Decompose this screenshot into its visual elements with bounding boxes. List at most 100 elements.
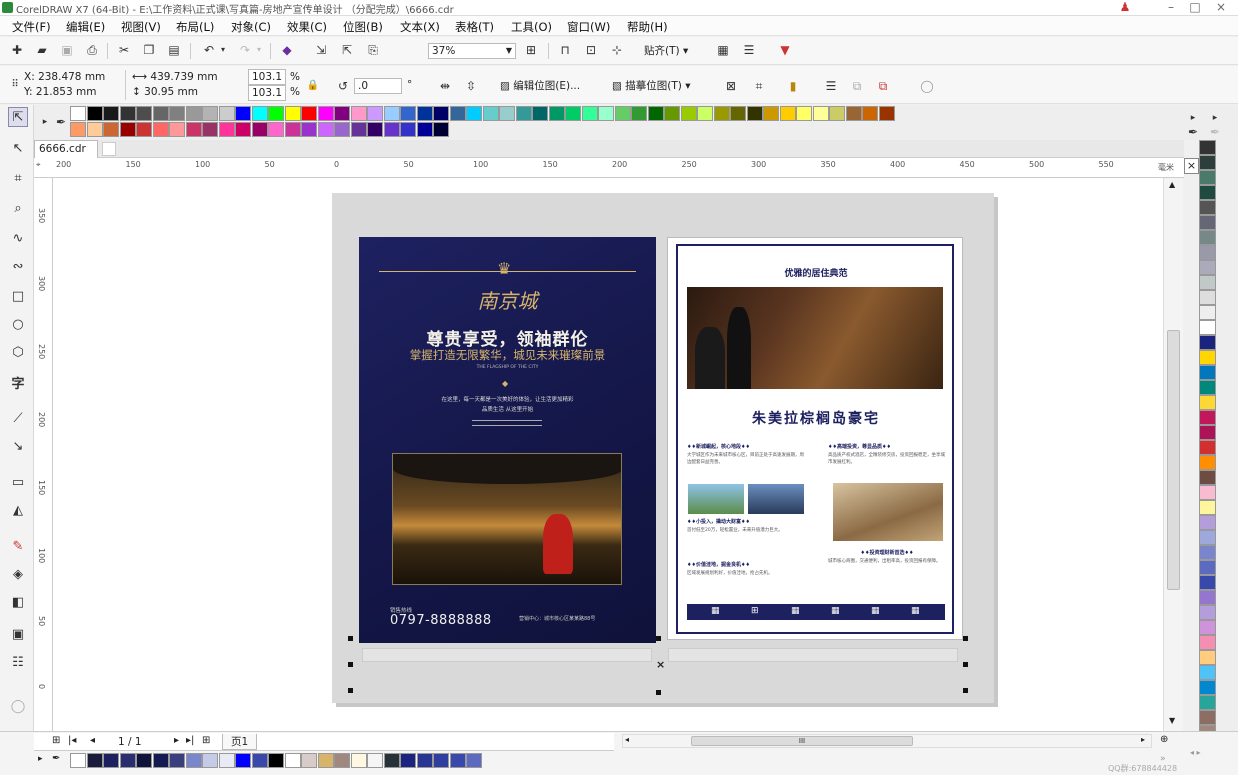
color-swatch[interactable] — [466, 753, 482, 768]
color-swatch[interactable] — [70, 753, 86, 768]
color-swatch[interactable] — [631, 106, 647, 121]
color-swatch[interactable] — [1199, 500, 1216, 515]
color-swatch[interactable] — [383, 753, 400, 768]
color-swatch[interactable] — [812, 106, 829, 121]
color-swatch[interactable] — [449, 106, 466, 121]
artistic-media-icon[interactable]: ∾ — [8, 257, 28, 277]
color-swatch[interactable] — [433, 122, 449, 137]
color-swatch[interactable] — [1199, 305, 1216, 320]
full-screen-icon[interactable]: ⊞ — [522, 41, 540, 59]
prev-page-icon[interactable]: ◂ — [90, 735, 95, 746]
color-swatch[interactable] — [185, 753, 202, 768]
color-swatch[interactable] — [317, 106, 334, 121]
color-swatch[interactable] — [763, 106, 779, 121]
color-swatch[interactable] — [169, 753, 185, 768]
color-swatch[interactable] — [317, 753, 334, 768]
color-swatch[interactable] — [1199, 320, 1216, 335]
publish-pdf-icon[interactable]: ⎘ — [364, 41, 382, 59]
color-swatch[interactable] — [152, 753, 169, 768]
first-page-icon[interactable]: |◂ — [68, 735, 76, 746]
color-swatch[interactable] — [746, 106, 763, 121]
new-tab-button[interactable] — [102, 142, 116, 156]
color-swatch[interactable] — [284, 122, 301, 137]
mirror-horizontal-icon[interactable]: ⇹ — [436, 77, 454, 95]
last-page-icon[interactable]: ▸| — [186, 735, 194, 746]
color-swatch[interactable] — [334, 106, 350, 121]
color-swatch[interactable] — [1199, 395, 1216, 410]
drop-shadow-tool-icon[interactable]: ▭ — [8, 473, 28, 493]
pick-tool-icon[interactable]: ⇱ — [8, 107, 28, 127]
wrap-text-icon[interactable]: ☰ — [822, 77, 840, 95]
position-x[interactable]: X: 238.478 mm — [24, 70, 105, 84]
open-folder-icon[interactable]: ▰ — [33, 41, 51, 59]
selection-handle[interactable] — [348, 636, 353, 641]
color-swatch[interactable] — [334, 753, 350, 768]
color-swatch[interactable] — [235, 106, 251, 121]
horizontal-ruler[interactable]: ⌖ 200 150 100 50 0 50 100 150 200 250 300 350 400 450… — [34, 158, 1184, 178]
lock-ratio-icon[interactable]: 🔒 — [304, 77, 322, 95]
color-eyedropper-icon[interactable]: ✎ — [8, 537, 28, 557]
object-origin-icon[interactable]: ⠿ — [6, 76, 24, 94]
color-swatch[interactable] — [268, 753, 284, 768]
menu-table[interactable]: 表格(T) — [455, 19, 494, 35]
color-swatch[interactable] — [878, 106, 895, 121]
color-swatch[interactable] — [829, 106, 845, 121]
resample-icon[interactable]: ⊠ — [722, 77, 740, 95]
doc-tab-6666[interactable]: 6666.cdr — [34, 140, 98, 158]
selection-handle[interactable] — [348, 662, 353, 667]
color-swatch[interactable] — [482, 106, 499, 121]
cut-icon[interactable]: ✂ — [115, 41, 133, 59]
angle-field[interactable]: .0 — [354, 78, 402, 94]
color-swatch[interactable] — [400, 106, 416, 121]
options-icon[interactable]: ☰ — [740, 41, 758, 59]
menu-text[interactable]: 文本(X) — [400, 19, 440, 35]
vertical-scroll-thumb[interactable] — [1167, 330, 1180, 590]
color-swatch[interactable] — [1199, 200, 1216, 215]
scroll-down-icon[interactable]: ▼ — [1169, 716, 1175, 725]
color-swatch[interactable] — [1199, 350, 1216, 365]
show-guidelines-icon[interactable]: ⊹ — [608, 41, 626, 59]
color-swatch[interactable] — [1199, 620, 1216, 635]
color-swatch[interactable] — [218, 106, 235, 121]
color-swatch[interactable] — [317, 122, 334, 137]
color-swatch[interactable] — [548, 106, 565, 121]
color-swatch[interactable] — [598, 106, 614, 121]
color-swatch[interactable] — [251, 122, 268, 137]
color-swatch[interactable] — [235, 753, 251, 768]
color-swatch[interactable] — [1199, 425, 1216, 440]
connector-tool-icon[interactable]: ↘ — [8, 437, 28, 457]
color-swatch[interactable] — [169, 106, 185, 121]
color-swatch[interactable] — [119, 122, 136, 137]
color-swatch[interactable] — [862, 106, 878, 121]
color-swatch[interactable] — [565, 106, 581, 121]
color-swatch[interactable] — [1199, 470, 1216, 485]
color-swatch[interactable] — [383, 106, 400, 121]
scale-y-field[interactable]: 103.1 — [248, 85, 286, 101]
color-swatch[interactable] — [119, 106, 136, 121]
object-width[interactable]: ⟷ 439.739 mm — [132, 70, 218, 84]
paste-icon[interactable]: ▤ — [165, 41, 183, 59]
color-swatch[interactable] — [367, 106, 383, 121]
color-swatch[interactable] — [614, 106, 631, 121]
color-swatch[interactable] — [416, 106, 433, 121]
add-page-end-icon[interactable]: ⊞ — [202, 735, 210, 746]
text-tool-icon[interactable]: 字 — [8, 375, 28, 395]
color-swatch[interactable] — [730, 106, 746, 121]
color-swatch[interactable] — [350, 753, 367, 768]
outline-pen-icon[interactable]: ▣ — [8, 625, 28, 645]
color-swatch[interactable] — [119, 753, 136, 768]
color-swatch[interactable] — [284, 753, 301, 768]
eyedropper-icon[interactable]: ✒ — [52, 113, 70, 131]
color-swatch[interactable] — [86, 753, 103, 768]
color-swatch[interactable] — [268, 106, 284, 121]
to-back-icon[interactable]: ⧉ — [874, 77, 892, 95]
color-swatch[interactable] — [1199, 545, 1216, 560]
color-swatch[interactable] — [1199, 140, 1216, 155]
selection-handle[interactable] — [656, 636, 661, 641]
transparency-tool-icon[interactable]: ◭ — [8, 501, 28, 521]
color-swatch[interactable] — [515, 106, 532, 121]
color-swatch[interactable] — [400, 122, 416, 137]
horizontal-scrollbar[interactable]: ◂ III ▸ — [622, 734, 1152, 748]
show-rulers-icon[interactable]: ⊓ — [556, 41, 574, 59]
color-swatch[interactable] — [1199, 185, 1216, 200]
